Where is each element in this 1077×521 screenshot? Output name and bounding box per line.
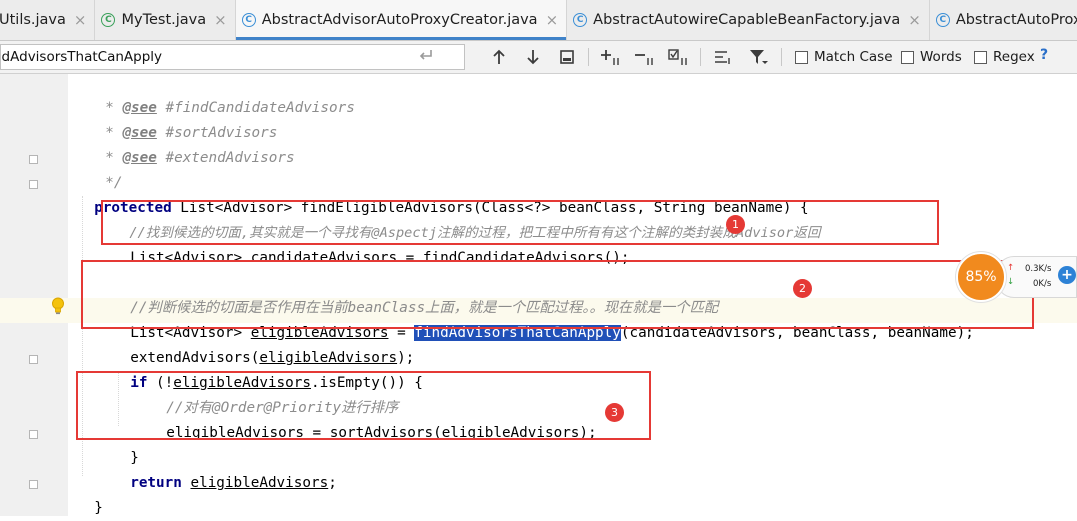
words-option[interactable]: Words <box>901 48 962 66</box>
tab-label: AbstractAutoProxyCreato <box>955 12 1077 28</box>
tab-mytest[interactable]: C MyTest.java × <box>95 0 236 40</box>
regex-option[interactable]: Regex <box>974 48 1035 66</box>
upload-speed: 0.3K/s <box>1025 264 1052 274</box>
fold-marker-icon[interactable] <box>29 180 38 189</box>
code-line: if (!eligibleAdvisors.isEmpty()) { <box>130 375 423 391</box>
close-icon[interactable]: × <box>546 11 559 29</box>
code-line: } <box>94 500 103 516</box>
tab-abstract-autowire-capable-bean-factory[interactable]: C AbstractAutowireCapableBeanFactory.jav… <box>567 0 930 40</box>
previous-occurrence-icon[interactable] <box>487 45 511 69</box>
remove-occurrence-icon[interactable] <box>633 45 657 69</box>
annotation-box-3 <box>76 371 651 440</box>
code-line: return eligibleAdvisors; <box>130 475 337 491</box>
upload-arrow-icon: ↑ <box>1007 263 1015 273</box>
code-line: protected List<Advisor> findEligibleAdvi… <box>94 200 809 216</box>
fold-marker-icon[interactable] <box>29 155 38 164</box>
close-icon[interactable]: × <box>214 11 227 29</box>
match-case-label: Match Case <box>814 49 893 65</box>
tab-utils[interactable]: Utils.java × <box>0 0 96 40</box>
download-arrow-icon: ↓ <box>1007 277 1015 287</box>
intention-bulb-icon[interactable] <box>51 297 65 315</box>
close-icon[interactable]: × <box>908 11 921 29</box>
class-icon: C <box>935 13 950 27</box>
words-checkbox[interactable] <box>901 50 914 64</box>
tab-abstract-advisor-auto-proxy-creator[interactable]: C AbstractAdvisorAutoProxyCreator.java × <box>235 0 568 40</box>
toolbar-separator <box>781 48 782 66</box>
test-class-icon: C <box>101 13 116 27</box>
search-in-selection-icon[interactable] <box>711 45 735 69</box>
filter-icon[interactable] <box>746 45 770 69</box>
download-speed: 0K/s <box>1033 279 1052 289</box>
words-label: Words <box>920 49 962 65</box>
class-icon: C <box>573 13 588 27</box>
fold-marker-icon[interactable] <box>29 430 38 439</box>
code-line: * @see #sortAdvisors <box>105 125 278 141</box>
find-in-window-icon[interactable] <box>555 45 579 69</box>
close-icon[interactable]: × <box>74 11 87 29</box>
add-occurrence-icon[interactable] <box>599 45 623 69</box>
plus-icon[interactable]: + <box>1058 266 1076 284</box>
annotation-number-1: 1 <box>726 215 745 234</box>
toolbar-separator <box>588 48 589 66</box>
annotation-number-2: 2 <box>793 279 812 298</box>
toolbar-separator <box>700 48 701 66</box>
annotation-number-3: 3 <box>605 403 624 422</box>
annotation-box-1 <box>101 200 939 245</box>
editor-tab-bar: Utils.java × C MyTest.java × C AbstractA… <box>0 0 1077 41</box>
find-toolbar: ndAdvisorsThatCanApply Match Case Words … <box>0 41 1077 74</box>
regex-help-link[interactable]: ? <box>1040 47 1048 63</box>
match-case-option[interactable]: Match Case <box>795 48 893 66</box>
select-all-occurrences-icon[interactable] <box>667 45 691 69</box>
cpu-gauge[interactable]: 85% <box>956 252 1006 302</box>
tab-label: AbstractAutowireCapableBeanFactory.java <box>593 12 901 28</box>
fold-marker-icon[interactable] <box>29 355 38 364</box>
regex-label: Regex <box>993 49 1035 65</box>
search-input[interactable]: ndAdvisorsThatCanApply <box>0 44 465 70</box>
tab-abstract-auto-proxy-creator[interactable]: C AbstractAutoProxyCreato <box>930 0 1077 40</box>
tab-label: AbstractAdvisorAutoProxyCreator.java <box>261 12 538 28</box>
match-case-checkbox[interactable] <box>795 50 808 64</box>
code-line: * @see #findCandidateAdvisors <box>105 100 355 116</box>
tab-label: MyTest.java <box>121 12 207 28</box>
search-value: ndAdvisorsThatCanApply <box>0 49 163 65</box>
class-icon: C <box>241 13 256 27</box>
next-occurrence-icon[interactable] <box>521 45 545 69</box>
tab-label: Utils.java <box>0 12 66 28</box>
regex-checkbox[interactable] <box>974 50 987 64</box>
code-line: * @see #extendAdvisors <box>105 150 295 166</box>
new-line-icon[interactable] <box>416 45 436 69</box>
code-line: */ <box>105 175 123 191</box>
annotation-box-2 <box>81 260 1034 329</box>
editor-gutter <box>0 74 68 516</box>
fold-marker-icon[interactable] <box>29 480 38 489</box>
